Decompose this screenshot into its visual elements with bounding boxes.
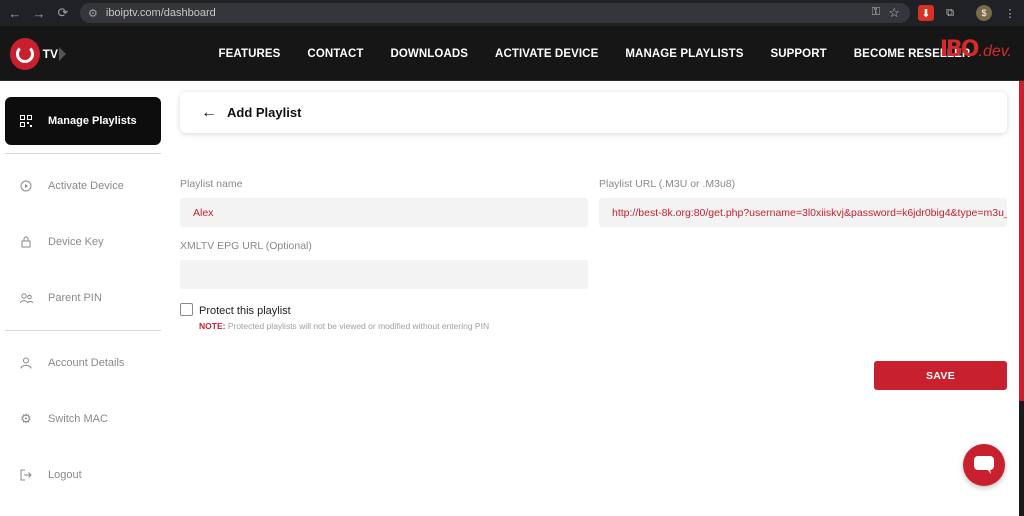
user-icon	[18, 355, 34, 371]
logo-text: TV	[42, 47, 58, 61]
epg-url-label: XMLTV EPG URL (Optional)	[180, 240, 312, 252]
sidebar-item-switch-mac[interactable]: ⚙ Switch MAC	[5, 399, 161, 439]
brand-main: IBO	[939, 37, 980, 62]
site-header: TV FEATURES CONTACT DOWNLOADS ACTIVATE D…	[0, 26, 1024, 81]
protect-note: NOTE: Protected playlists will not be vi…	[199, 321, 489, 331]
reload-icon[interactable]: ⟳	[54, 4, 72, 22]
sidebar-item-account-details[interactable]: Account Details	[5, 343, 161, 383]
sidebar-item-label: Switch MAC	[48, 413, 108, 425]
profile-avatar[interactable]: $	[976, 5, 992, 21]
address-url[interactable]: iboiptv.com/dashboard	[106, 7, 216, 19]
scrollbar-bottom	[1019, 401, 1024, 516]
extension-download-icon[interactable]: ⬇	[918, 5, 934, 21]
nav-manage-playlists[interactable]: MANAGE PLAYLISTS	[625, 48, 743, 60]
bookmark-star-icon[interactable]: ☆	[888, 5, 900, 21]
nav-contact[interactable]: CONTACT	[307, 48, 363, 60]
play-circle-icon	[18, 178, 34, 194]
logo-triangle-icon	[59, 47, 66, 61]
page-title-card: ← Add Playlist	[180, 92, 1007, 133]
playlist-url-input[interactable]: http://best-8k.org:80/get.php?username=3…	[599, 198, 1007, 227]
chat-widget-button[interactable]	[963, 444, 1005, 486]
protect-playlist-label[interactable]: Protect this playlist	[199, 305, 291, 317]
extensions-puzzle-icon[interactable]: ⧉	[942, 5, 958, 21]
back-arrow-icon[interactable]: ←	[6, 4, 24, 22]
site-info-icon[interactable]: ⚙	[88, 7, 98, 20]
sidebar: Manage Playlists Activate Device Device …	[0, 81, 170, 516]
sidebar-item-label: Parent PIN	[48, 292, 102, 304]
sidebar-item-label: Account Details	[48, 357, 125, 369]
playlist-name-input[interactable]: Alex	[180, 198, 588, 227]
protect-playlist-checkbox[interactable]	[180, 303, 193, 316]
sidebar-item-manage-playlists[interactable]: Manage Playlists	[5, 97, 161, 145]
sidebar-item-label: Device Key	[48, 236, 104, 248]
key-icon[interactable]: ⚿	[872, 6, 880, 19]
note-text: Protected playlists will not be viewed o…	[227, 321, 490, 331]
playlist-name-label: Playlist name	[180, 178, 243, 190]
chat-bubble-icon	[974, 456, 994, 474]
note-prefix: NOTE:	[199, 321, 226, 331]
sidebar-item-label: Manage Playlists	[48, 115, 137, 127]
brand-suffix: .dev.	[978, 43, 1013, 60]
nav-features[interactable]: FEATURES	[219, 48, 281, 60]
sidebar-item-parent-pin[interactable]: Parent PIN	[5, 278, 161, 318]
forward-arrow-icon[interactable]: →	[30, 4, 48, 22]
scrollbar-track[interactable]	[1019, 81, 1024, 401]
nav-activate-device[interactable]: ACTIVATE DEVICE	[495, 48, 598, 60]
sidebar-divider	[5, 153, 161, 154]
lock-icon	[18, 234, 34, 250]
sidebar-item-label: Activate Device	[48, 180, 124, 192]
site-logo[interactable]: TV	[10, 36, 66, 72]
users-icon	[18, 290, 34, 306]
browser-toolbar: ← → ⟳ ⚙ iboiptv.com/dashboard ⚿ ☆ ⬇ ⧉ $ …	[0, 0, 1024, 26]
sidebar-item-logout[interactable]: Logout	[5, 455, 161, 495]
sidebar-item-device-key[interactable]: Device Key	[5, 222, 161, 262]
logo-tv-icon	[10, 38, 40, 70]
back-arrow-icon[interactable]: ←	[201, 104, 217, 122]
gear-icon: ⚙	[20, 411, 32, 426]
browser-menu-icon[interactable]: ⋮	[1002, 5, 1018, 21]
address-bar[interactable]: ⚙ iboiptv.com/dashboard ⚿ ☆	[80, 3, 910, 23]
page-title: Add Playlist	[227, 105, 302, 120]
main-nav: FEATURES CONTACT DOWNLOADS ACTIVATE DEVI…	[205, 26, 984, 81]
sidebar-divider	[5, 330, 161, 331]
sidebar-item-activate-device[interactable]: Activate Device	[5, 166, 161, 206]
qr-grid-icon	[18, 113, 34, 129]
sidebar-item-label: Logout	[48, 469, 82, 481]
nav-support[interactable]: SUPPORT	[770, 48, 826, 60]
ibo-dev-logo[interactable]: IBO .dev.	[940, 38, 1012, 62]
epg-url-input[interactable]	[180, 260, 588, 289]
playlist-url-label: Playlist URL (.M3U or .M3u8)	[599, 178, 736, 190]
logout-icon	[18, 467, 34, 483]
save-button[interactable]: SAVE	[874, 361, 1007, 390]
nav-downloads[interactable]: DOWNLOADS	[390, 48, 468, 60]
